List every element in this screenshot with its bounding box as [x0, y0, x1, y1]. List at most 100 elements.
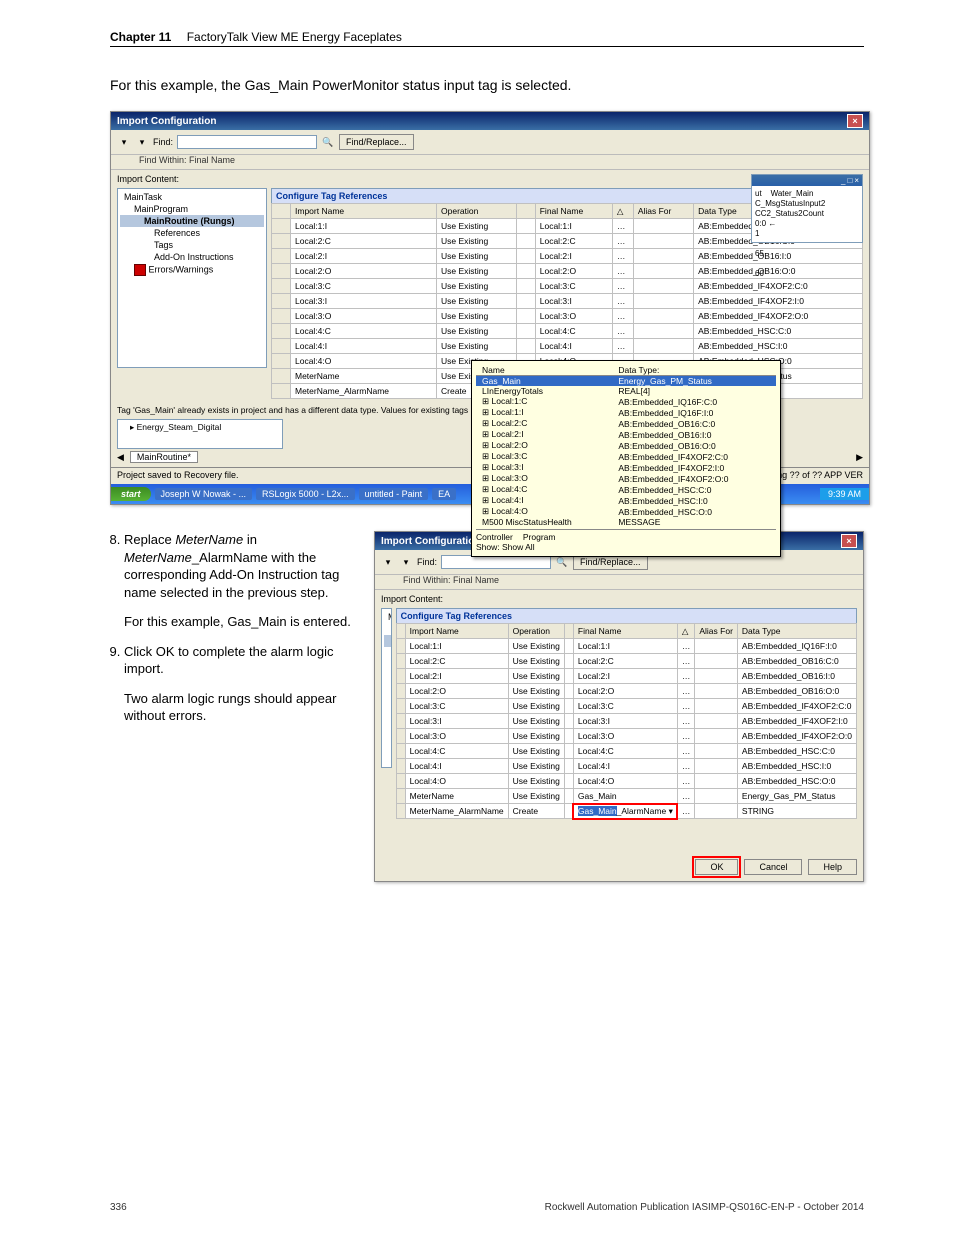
tree-item[interactable]: Add-On Instructions — [120, 251, 264, 263]
binoculars-icon[interactable]: 🔍 — [555, 557, 569, 568]
table-row[interactable]: Local:2:OUse ExistingLocal:2:O…AB:Embedd… — [396, 684, 856, 699]
table-row[interactable]: MeterName_AlarmNameCreateGas_Main_AlarmN… — [396, 804, 856, 819]
find-toolbar: ▾ ▾ Find: 🔍 Find/Replace... — [111, 130, 869, 155]
list-item[interactable]: ⊞ Local:1:CAB:Embedded_IQ16F:C:0 — [476, 396, 776, 407]
flyout-scope-controller[interactable]: Controller — [476, 532, 513, 542]
tree-item[interactable]: MainProgram — [384, 623, 392, 635]
start-button[interactable]: start — [111, 487, 151, 501]
flyout-scope-program[interactable]: Program — [523, 532, 556, 542]
close-icon[interactable]: × — [847, 114, 863, 128]
table-row[interactable]: Local:4:CUse ExistingLocal:4:C…AB:Embedd… — [272, 324, 863, 339]
tree-item[interactable]: References — [120, 227, 264, 239]
list-item[interactable]: ⊞ Local:4:IAB:Embedded_HSC:I:0 — [476, 495, 776, 506]
flyout-show[interactable]: Show: Show All — [476, 542, 776, 552]
expand-down-icon[interactable]: ▾ — [117, 137, 131, 148]
list-item[interactable]: ⊞ Local:1:IAB:Embedded_IQ16F:I:0 — [476, 407, 776, 418]
configure-header: Configure Tag References — [396, 608, 857, 623]
expand-down-icon[interactable]: ▾ — [135, 137, 149, 148]
import-content-label: Import Content: — [375, 590, 863, 606]
table-row[interactable]: Local:3:IUse ExistingLocal:3:I…AB:Embedd… — [272, 294, 863, 309]
tree-item[interactable]: MainTask — [120, 191, 264, 203]
table-row[interactable]: Local:3:OUse ExistingLocal:3:O…AB:Embedd… — [396, 729, 856, 744]
taskbar-item[interactable]: Joseph W Nowak - ... — [155, 488, 253, 500]
list-item[interactable]: ⊞ Local:2:CAB:Embedded_OB16:C:0 — [476, 418, 776, 429]
find-within-label: Find Within: Final Name — [111, 155, 869, 170]
table-row[interactable]: Local:3:OUse ExistingLocal:3:O…AB:Embedd… — [272, 309, 863, 324]
tree-item[interactable]: MainRoutine (Rungs) — [120, 215, 264, 227]
ok-button[interactable]: OK — [695, 859, 738, 875]
list-item[interactable]: ⊞ Local:3:CAB:Embedded_IF4XOF2:C:0 — [476, 451, 776, 462]
publication-id: Rockwell Automation Publication IASIMP-Q… — [545, 1202, 864, 1213]
table-row[interactable]: Local:4:IUse ExistingLocal:4:I…AB:Embedd… — [272, 339, 863, 354]
step-9-note: Two alarm logic rungs should appear with… — [124, 690, 360, 725]
expand-down-icon[interactable]: ▾ — [381, 557, 395, 568]
tree-item[interactable]: Errors/Warnings — [120, 263, 264, 277]
maximize-icon[interactable]: □ — [847, 176, 852, 185]
button-row: OK Cancel Help — [375, 853, 863, 881]
tab-prev-icon[interactable]: ◀ — [117, 452, 124, 463]
cancel-button[interactable]: Cancel — [744, 859, 802, 875]
tag-picker-flyout[interactable]: Name Data Type: Gas_MainEnergy_Gas_PM_St… — [471, 360, 781, 557]
system-tray[interactable]: 9:39 AM — [820, 488, 869, 500]
tree-item[interactable]: MainTask — [384, 611, 389, 623]
list-item[interactable]: ⊞ Local:4:OAB:Embedded_HSC:O:0 — [476, 506, 776, 517]
table-row[interactable]: Local:2:CUse ExistingLocal:2:C…AB:Embedd… — [396, 654, 856, 669]
list-item[interactable]: ⊞ Local:4:CAB:Embedded_HSC:C:0 — [476, 484, 776, 495]
tree-item[interactable]: MainRoutine (Rungs) — [384, 635, 392, 647]
find-input[interactable] — [177, 135, 317, 149]
table-row[interactable]: Local:3:CUse ExistingLocal:3:C…AB:Embedd… — [272, 279, 863, 294]
close-icon[interactable]: × — [854, 176, 859, 185]
window-title: Import Configuration — [117, 116, 216, 127]
table-row[interactable]: MeterNameUse ExistingGas_Main…Energy_Gas… — [396, 789, 856, 804]
tree-item[interactable]: Tags — [120, 239, 264, 251]
overlay-window: _ □ × ut Water_Main C_MsgStatusInput2 CC… — [751, 174, 863, 243]
intro-text: For this example, the Gas_Main PowerMoni… — [110, 77, 864, 93]
find-input[interactable] — [441, 555, 551, 569]
page-number: 336 — [110, 1202, 127, 1213]
window-titlebar: Import Configuration × — [111, 112, 869, 130]
table-row[interactable]: Local:4:IUse ExistingLocal:4:I…AB:Embedd… — [396, 759, 856, 774]
tag-grid[interactable]: Import Name Operation Final Name △ Alias… — [396, 623, 857, 819]
table-row[interactable]: Local:4:CUse ExistingLocal:4:C…AB:Embedd… — [396, 744, 856, 759]
table-row[interactable]: Local:1:IUse ExistingLocal:1:I…AB:Embedd… — [396, 639, 856, 654]
step-9: Click OK to complete the alarm logic imp… — [124, 643, 360, 725]
taskbar-item[interactable]: RSLogix 5000 - L2x... — [256, 488, 355, 500]
tree-item[interactable]: Tags — [384, 659, 392, 671]
minimize-icon[interactable]: _ — [841, 176, 845, 185]
find-replace-button[interactable]: Find/Replace... — [339, 134, 414, 150]
taskbar-item[interactable]: untitled - Paint — [359, 488, 429, 500]
table-row[interactable]: Local:3:CUse ExistingLocal:3:C…AB:Embedd… — [396, 699, 856, 714]
help-button[interactable]: Help — [808, 859, 857, 875]
table-row[interactable]: Local:3:IUse ExistingLocal:3:I…AB:Embedd… — [396, 714, 856, 729]
grid-header-row: Import Name Operation Final Name △ Alias… — [396, 624, 856, 639]
content-tree[interactable]: MainTask MainProgram MainRoutine (Rungs)… — [117, 188, 267, 368]
small-list[interactable]: ▸ Energy_Steam_Digital — [117, 419, 283, 449]
list-item[interactable]: ⊞ Local:3:OAB:Embedded_IF4XOF2:O:0 — [476, 473, 776, 484]
list-item[interactable]: ⊞ Local:3:IAB:Embedded_IF4XOF2:I:0 — [476, 462, 776, 473]
list-item[interactable]: LInEnergyTotalsREAL[4] — [476, 386, 776, 396]
close-icon[interactable]: × — [841, 534, 857, 548]
list-item[interactable]: ⊞ Local:2:IAB:Embedded_OB16:I:0 — [476, 429, 776, 440]
chapter-number: Chapter 11 — [110, 30, 171, 44]
find-within-label: Find Within: Final Name — [375, 575, 863, 590]
list-item[interactable]: Gas_MainEnergy_Gas_PM_Status — [476, 376, 776, 387]
binoculars-icon[interactable]: 🔍 — [321, 137, 335, 148]
content-tree[interactable]: MainTask MainProgram MainRoutine (Rungs)… — [381, 608, 392, 768]
tab-next-icon[interactable]: ▶ — [856, 452, 863, 463]
tree-item[interactable]: References — [384, 647, 392, 659]
tab-mainroutine[interactable]: MainRoutine* — [130, 451, 198, 463]
find-label: Find: — [417, 557, 437, 567]
table-row[interactable]: Local:2:OUse ExistingLocal:2:O…AB:Embedd… — [272, 264, 863, 279]
list-item[interactable]: ⊞ Local:2:OAB:Embedded_OB16:O:0 — [476, 440, 776, 451]
tree-item[interactable]: Errors/Warnings — [384, 683, 392, 697]
list-item[interactable]: M500 MiscStatusHealthMESSAGE — [476, 517, 776, 527]
taskbar-item[interactable]: EA — [432, 488, 456, 500]
expand-down-icon[interactable]: ▾ — [399, 557, 413, 568]
tree-item[interactable]: MainProgram — [120, 203, 264, 215]
page-footer: 336 Rockwell Automation Publication IASI… — [110, 1202, 864, 1213]
table-row[interactable]: Local:4:OUse ExistingLocal:4:O…AB:Embedd… — [396, 774, 856, 789]
tree-item[interactable]: Add-On Instructions — [384, 671, 392, 683]
step-text-column: Replace MeterName in MeterName_AlarmName… — [110, 531, 360, 737]
table-row[interactable]: Local:2:IUse ExistingLocal:2:I…AB:Embedd… — [396, 669, 856, 684]
table-row[interactable]: Local:2:IUse ExistingLocal:2:I…AB:Embedd… — [272, 249, 863, 264]
